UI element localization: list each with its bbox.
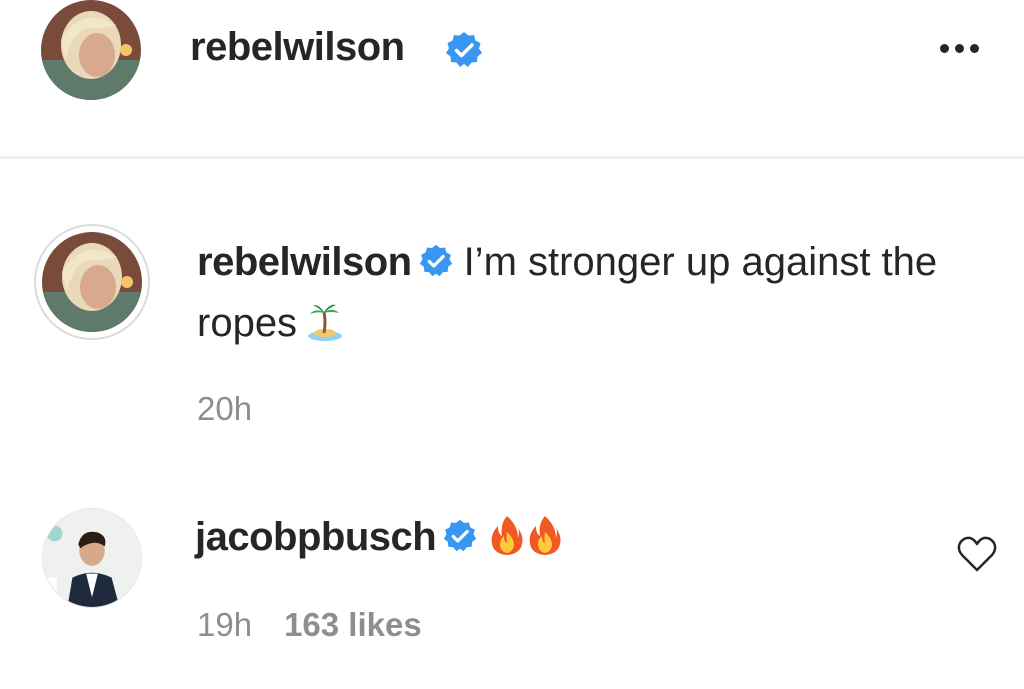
instagram-post-comments: rebelwilson rebelwilson I’m stronger up [0,0,1024,689]
fire-emoji [488,514,526,571]
comment-likes-count[interactable]: 163 likes [284,606,422,643]
comment: jacobpbusch [195,510,564,571]
comment-timestamp: 19h [197,606,253,643]
header-username[interactable]: rebelwilson [190,22,405,72]
verified-badge-icon [418,238,454,295]
post-header: rebelwilson [0,0,1024,158]
comment-username[interactable]: jacobpbusch [195,515,437,559]
caption-timestamp: 20h [197,390,253,427]
avatar-image [43,509,141,607]
caption: rebelwilson I’m stronger up against the … [197,234,997,358]
desert-island-emoji [305,301,345,358]
caption-avatar[interactable] [42,232,142,332]
comment-meta: 19h 163 likes [197,606,422,644]
avatar-image [42,232,142,332]
verified-badge-icon [442,514,478,569]
header-avatar[interactable] [41,0,141,100]
verified-badge-icon [444,30,484,75]
header-divider [0,156,1024,159]
fire-emoji [526,514,564,571]
avatar-image [41,0,141,100]
comment-avatar[interactable] [42,508,142,608]
more-options-icon[interactable] [930,28,988,68]
caption-username[interactable]: rebelwilson [197,240,412,284]
heart-outline-icon[interactable] [956,534,998,574]
